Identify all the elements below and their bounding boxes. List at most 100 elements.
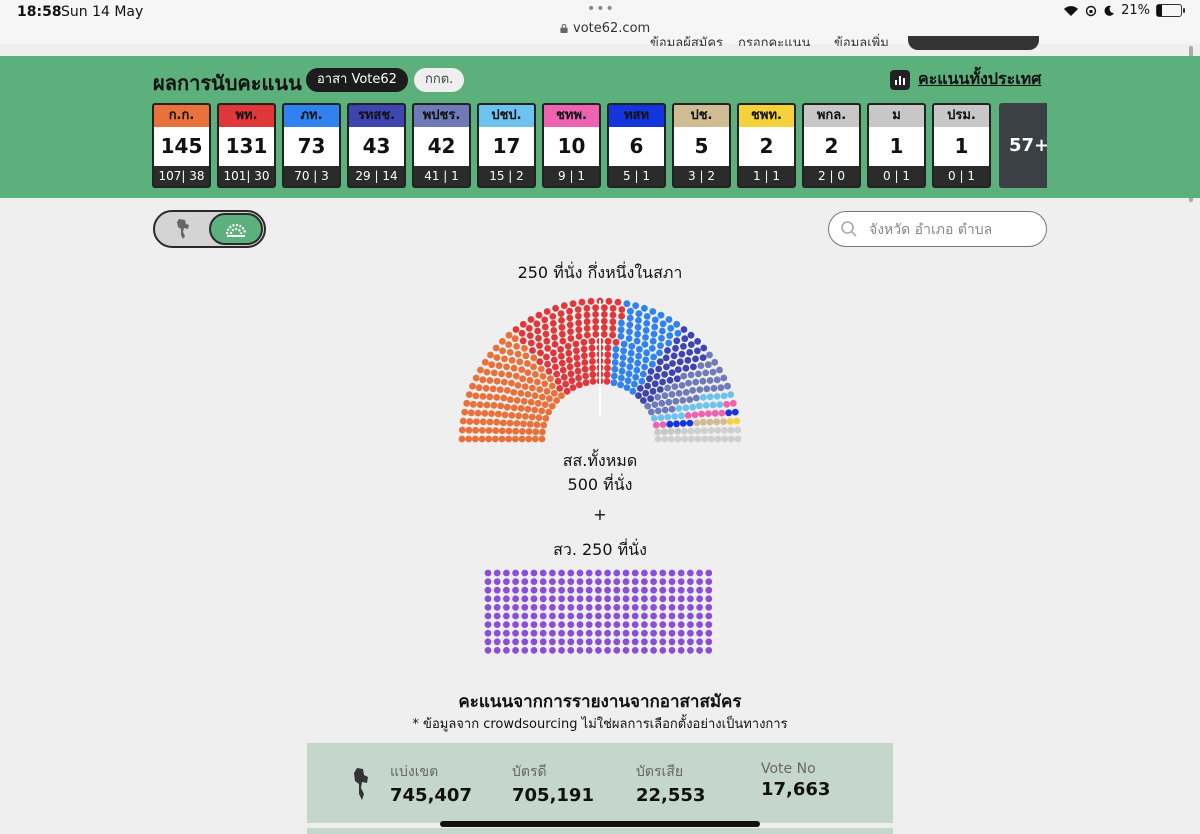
seat-dot bbox=[486, 393, 494, 401]
party-card[interactable]: ปชป. 17 15 | 2 bbox=[477, 103, 536, 188]
status-date: Sun 14 May bbox=[61, 4, 144, 20]
senate-seat-dot bbox=[521, 612, 529, 620]
seat-dot bbox=[600, 317, 608, 325]
party-card[interactable]: ปรม. 1 0 | 1 bbox=[932, 103, 991, 188]
senate-seat-dot bbox=[567, 569, 575, 577]
seat-dot bbox=[721, 426, 728, 434]
source-tab-volunteer[interactable]: อาสา Vote62 bbox=[306, 68, 408, 92]
party-abbr: ปรม. bbox=[934, 105, 989, 127]
party-total-seats: 17 bbox=[479, 127, 534, 166]
seat-dot bbox=[567, 335, 575, 342]
party-card[interactable]: ภท. 73 70 | 3 bbox=[282, 103, 341, 188]
party-card[interactable]: ม10 | 1 bbox=[867, 103, 926, 188]
seat-dot bbox=[479, 376, 487, 384]
senate-seat-dot bbox=[549, 638, 556, 646]
party-total-seats: 131 bbox=[219, 127, 274, 166]
seat-dot bbox=[689, 403, 697, 411]
party-card[interactable]: ทสท 6 5 | 1 bbox=[607, 103, 666, 188]
seat-dot bbox=[589, 358, 596, 365]
seat-dot bbox=[478, 435, 486, 443]
address-bar[interactable]: vote62.com bbox=[560, 21, 650, 36]
multitask-dots-icon[interactable]: ••• bbox=[587, 1, 615, 17]
seat-dot bbox=[669, 360, 676, 367]
senate-seat-dot bbox=[659, 647, 667, 654]
more-parties-button[interactable]: 57+ bbox=[999, 103, 1047, 188]
senate-seat-dot bbox=[705, 647, 713, 654]
seat-dot bbox=[725, 409, 733, 417]
seat-dot bbox=[631, 380, 638, 388]
party-card[interactable]: ชพท. 2 1 | 1 bbox=[737, 103, 796, 188]
senate-seat-dot bbox=[549, 604, 556, 611]
seat-dot bbox=[644, 382, 652, 390]
party-card[interactable]: ชทพ. 10 9 | 1 bbox=[542, 103, 601, 188]
senate-seat-dot bbox=[549, 578, 556, 585]
seat-dot bbox=[720, 374, 728, 382]
seat-dot bbox=[699, 418, 707, 426]
senate-seat-dot bbox=[567, 595, 575, 603]
seat-dot bbox=[687, 331, 695, 339]
stat-valid-ballots: บัตรดี 705,191 bbox=[512, 761, 594, 806]
seat-dot bbox=[716, 366, 723, 374]
seat-dot bbox=[714, 435, 722, 443]
senate-seat-dot bbox=[641, 621, 648, 628]
nav-cta-button[interactable] bbox=[908, 36, 1039, 50]
seat-dot bbox=[505, 341, 513, 348]
seat-dot bbox=[501, 355, 508, 363]
nav-link-more[interactable]: ข้อมูลเพิ่ม bbox=[834, 32, 889, 46]
party-scoreboard[interactable]: ก.ก. 145 107| 38 พท. 131 101| 30 ภท. 73 70 | 3 รท… bbox=[152, 103, 1047, 190]
seat-dot bbox=[627, 307, 634, 315]
senate-seat-dot bbox=[705, 638, 713, 646]
parliament-view-button[interactable] bbox=[209, 213, 263, 245]
party-card[interactable]: พท. 131 101| 30 bbox=[217, 103, 276, 188]
search-input[interactable] bbox=[867, 218, 1041, 242]
seat-dot bbox=[727, 391, 735, 398]
seat-dot bbox=[612, 345, 620, 353]
seat-dot bbox=[592, 317, 600, 325]
seat-dot bbox=[545, 408, 552, 416]
seat-dot bbox=[542, 415, 550, 422]
senate-seat-dot bbox=[530, 647, 538, 654]
seat-dot bbox=[720, 392, 728, 400]
senate-seat-dot bbox=[641, 569, 648, 577]
seat-dot bbox=[689, 387, 697, 394]
party-card[interactable]: พกล. 2 2 | 0 bbox=[802, 103, 861, 188]
view-toggle[interactable] bbox=[153, 210, 266, 248]
senate-seat-dot bbox=[558, 578, 565, 585]
party-card[interactable]: พปชร. 42 41 | 1 bbox=[412, 103, 471, 188]
senate-seat-dot bbox=[631, 612, 639, 620]
thailand-map-icon[interactable] bbox=[173, 218, 193, 240]
seat-dot bbox=[549, 320, 557, 327]
source-tab-ect[interactable]: กกต. bbox=[414, 68, 465, 92]
party-card[interactable]: ปช. 5 3 | 2 bbox=[672, 103, 731, 188]
seat-dot bbox=[574, 306, 582, 313]
party-card[interactable]: รทสช. 43 29 | 14 bbox=[347, 103, 406, 188]
senate-seat-dot bbox=[539, 569, 547, 577]
seat-dot bbox=[706, 351, 713, 359]
seat-dot bbox=[610, 379, 618, 387]
seat-dot bbox=[518, 435, 526, 443]
nav-link-candidates[interactable]: ข้อมูลผู้สมัคร bbox=[650, 32, 723, 46]
seat-dot bbox=[499, 419, 507, 427]
location-search[interactable] bbox=[828, 211, 1047, 247]
seat-dot bbox=[458, 426, 466, 434]
senate-seat-dot bbox=[705, 578, 713, 585]
nationwide-link[interactable]: คะแนนทั้งประเทศ bbox=[890, 67, 1041, 92]
seat-dot bbox=[614, 298, 622, 306]
party-card[interactable]: ก.ก. 145 107| 38 bbox=[152, 103, 211, 188]
senate-seat-dot bbox=[595, 638, 602, 646]
senate-seat-dot bbox=[576, 569, 584, 577]
senate-seat-dot bbox=[521, 578, 529, 585]
party-seat-split: 29 | 14 bbox=[349, 166, 404, 186]
seat-dot bbox=[667, 324, 675, 332]
stat-label: แบ่งเขต bbox=[390, 764, 439, 780]
senate-seat-dot bbox=[558, 586, 565, 594]
seat-dot bbox=[472, 426, 479, 434]
seat-dot bbox=[647, 368, 655, 375]
nav-link-enter-votes[interactable]: กรอกคะแนน bbox=[738, 32, 810, 46]
seat-dot bbox=[538, 435, 546, 443]
home-indicator[interactable] bbox=[440, 821, 760, 827]
seat-dot bbox=[481, 358, 489, 366]
seat-dot bbox=[575, 333, 583, 340]
senate-seat-dot bbox=[604, 604, 611, 611]
seat-dot bbox=[510, 364, 518, 372]
